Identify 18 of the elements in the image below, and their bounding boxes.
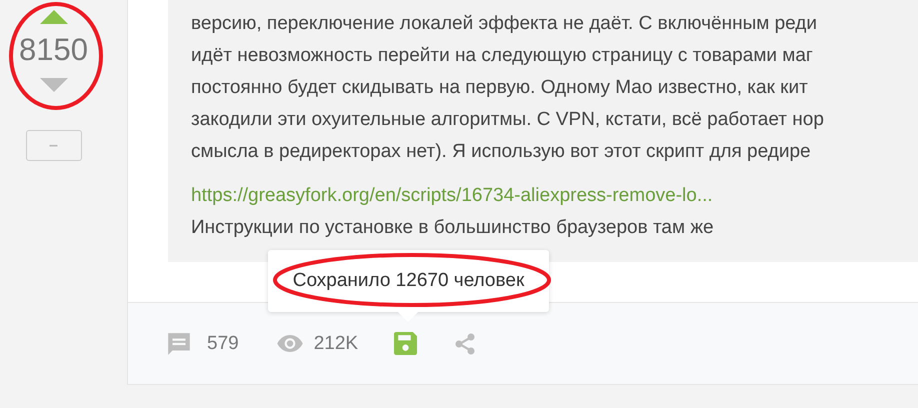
- minus-button[interactable]: –: [26, 130, 82, 161]
- tooltip-text: Сохранило 12670 человек: [292, 270, 524, 292]
- quote-text-line: смысла в редиректорах нет). Я использую вот этот скрипт для редире: [191, 140, 812, 164]
- quote-text-line: идёт невозможность перейти на следующую страницу с товарами маг: [191, 44, 814, 68]
- quote-text-line: Инструкции по установке в большинство браузеров там же: [191, 216, 715, 240]
- quote-text-line: версию, переключение локалей эффекта не даёт. С включённым реди: [191, 12, 818, 36]
- quote-text-line: закодили эти охуительные алгоритмы. С VPN, кстати, всё работает нор: [191, 108, 825, 132]
- share-icon[interactable]: [455, 332, 476, 354]
- save-icon[interactable]: [394, 332, 418, 355]
- quote-text-line: постоянно будет скидывать на первую. Одному Мао известно, как кит: [191, 76, 809, 100]
- upvote-icon[interactable]: [40, 10, 68, 24]
- downvote-icon[interactable]: [40, 78, 68, 92]
- vote-score: 8150: [19, 32, 88, 68]
- eye-icon[interactable]: [276, 335, 303, 352]
- comment-icon[interactable]: [166, 330, 192, 356]
- view-count: 212K: [314, 332, 358, 354]
- comment-count: 579: [207, 332, 239, 354]
- script-link[interactable]: https://greasyfork.org/en/scripts/16734-aliexpress-remove-lo...: [191, 180, 918, 212]
